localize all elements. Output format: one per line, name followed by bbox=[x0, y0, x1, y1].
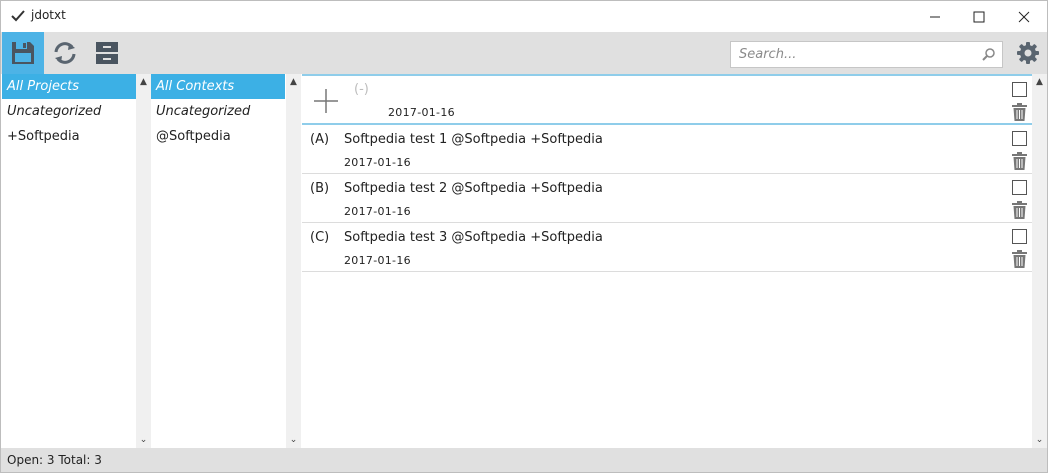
project-item-softpedia[interactable]: +Softpedia bbox=[2, 124, 136, 149]
chevron-down-icon[interactable]: ⌄ bbox=[1032, 434, 1047, 446]
app-window: jdotxt Search... All Projects Uncategori… bbox=[0, 0, 1048, 473]
chevron-down-icon[interactable]: ⌄ bbox=[286, 434, 301, 446]
new-task-checkbox[interactable] bbox=[1012, 82, 1027, 97]
task-priority: (C) bbox=[310, 230, 330, 245]
minimize-icon bbox=[930, 16, 940, 17]
gear-icon bbox=[1017, 42, 1039, 64]
tasks-scrollbar[interactable]: ▲ ⌄ bbox=[1032, 74, 1047, 448]
maximize-button[interactable] bbox=[956, 1, 1002, 32]
status-bar: Open: 3 Total: 3 bbox=[1, 448, 1047, 472]
status-counts: Open: 3 Total: 3 bbox=[7, 453, 102, 467]
task-list: (-) 2017-01-16 (A) Softpedia test 1 @Sof… bbox=[302, 74, 1032, 448]
window-title: jdotxt bbox=[31, 8, 66, 22]
context-item-all[interactable]: All Contexts bbox=[151, 74, 285, 99]
chevron-up-icon[interactable]: ▲ bbox=[136, 76, 151, 88]
task-complete-checkbox[interactable] bbox=[1012, 180, 1027, 195]
task-text[interactable]: Softpedia test 3 @Softpedia +Softpedia bbox=[344, 230, 603, 245]
close-button[interactable] bbox=[1001, 1, 1047, 32]
trash-icon[interactable] bbox=[1012, 103, 1027, 121]
close-icon bbox=[1018, 11, 1030, 22]
projects-scrollbar[interactable]: ▲ ⌄ bbox=[136, 74, 151, 448]
contexts-scrollbar[interactable]: ▲ ⌄ bbox=[286, 74, 301, 448]
maximize-icon bbox=[973, 11, 985, 22]
task-priority: (B) bbox=[310, 181, 330, 196]
new-task-date: 2017-01-16 bbox=[388, 106, 455, 119]
floppy-disk-icon bbox=[12, 42, 34, 64]
archive-button[interactable] bbox=[86, 32, 128, 74]
task-row[interactable]: (A) Softpedia test 1 @Softpedia +Softped… bbox=[302, 125, 1032, 174]
project-item-uncategorized[interactable]: Uncategorized bbox=[2, 99, 136, 124]
task-date: 2017-01-16 bbox=[344, 156, 411, 169]
toolbar bbox=[1, 32, 1047, 74]
settings-button[interactable] bbox=[1007, 32, 1048, 74]
task-row[interactable]: (B) Softpedia test 2 @Softpedia +Softped… bbox=[302, 174, 1032, 223]
checkmark-icon bbox=[11, 10, 25, 22]
task-complete-checkbox[interactable] bbox=[1012, 131, 1027, 146]
search-icon[interactable] bbox=[981, 47, 996, 62]
task-text[interactable]: Softpedia test 2 @Softpedia +Softpedia bbox=[344, 181, 603, 196]
task-date: 2017-01-16 bbox=[344, 205, 411, 218]
title-bar: jdotxt bbox=[1, 1, 1047, 32]
chevron-up-icon[interactable]: ▲ bbox=[1032, 76, 1047, 88]
search-input[interactable] bbox=[731, 42, 971, 67]
context-item-uncategorized[interactable]: Uncategorized bbox=[151, 99, 285, 124]
context-item-softpedia[interactable]: @Softpedia bbox=[151, 124, 285, 149]
archive-icon bbox=[96, 42, 118, 64]
task-priority: (A) bbox=[310, 132, 330, 147]
trash-icon[interactable] bbox=[1012, 250, 1027, 268]
sync-button[interactable] bbox=[44, 32, 86, 74]
new-task-priority[interactable]: (-) bbox=[354, 82, 369, 97]
task-row[interactable]: (C) Softpedia test 3 @Softpedia +Softped… bbox=[302, 223, 1032, 272]
project-item-all[interactable]: All Projects bbox=[2, 74, 136, 99]
task-date: 2017-01-16 bbox=[344, 254, 411, 267]
contexts-list: All Contexts Uncategorized @Softpedia bbox=[151, 74, 285, 448]
task-complete-checkbox[interactable] bbox=[1012, 229, 1027, 244]
trash-icon[interactable] bbox=[1012, 201, 1027, 219]
projects-list: All Projects Uncategorized +Softpedia bbox=[2, 74, 136, 448]
minimize-button[interactable] bbox=[912, 1, 958, 32]
trash-icon[interactable] bbox=[1012, 152, 1027, 170]
search-box bbox=[730, 41, 1003, 68]
save-button[interactable] bbox=[2, 32, 44, 74]
task-text[interactable]: Softpedia test 1 @Softpedia +Softpedia bbox=[344, 132, 603, 147]
refresh-icon bbox=[54, 42, 76, 64]
plus-icon[interactable] bbox=[313, 88, 339, 114]
chevron-up-icon[interactable]: ▲ bbox=[286, 76, 301, 88]
chevron-down-icon[interactable]: ⌄ bbox=[136, 434, 151, 446]
new-task-row[interactable]: (-) 2017-01-16 bbox=[302, 74, 1032, 125]
